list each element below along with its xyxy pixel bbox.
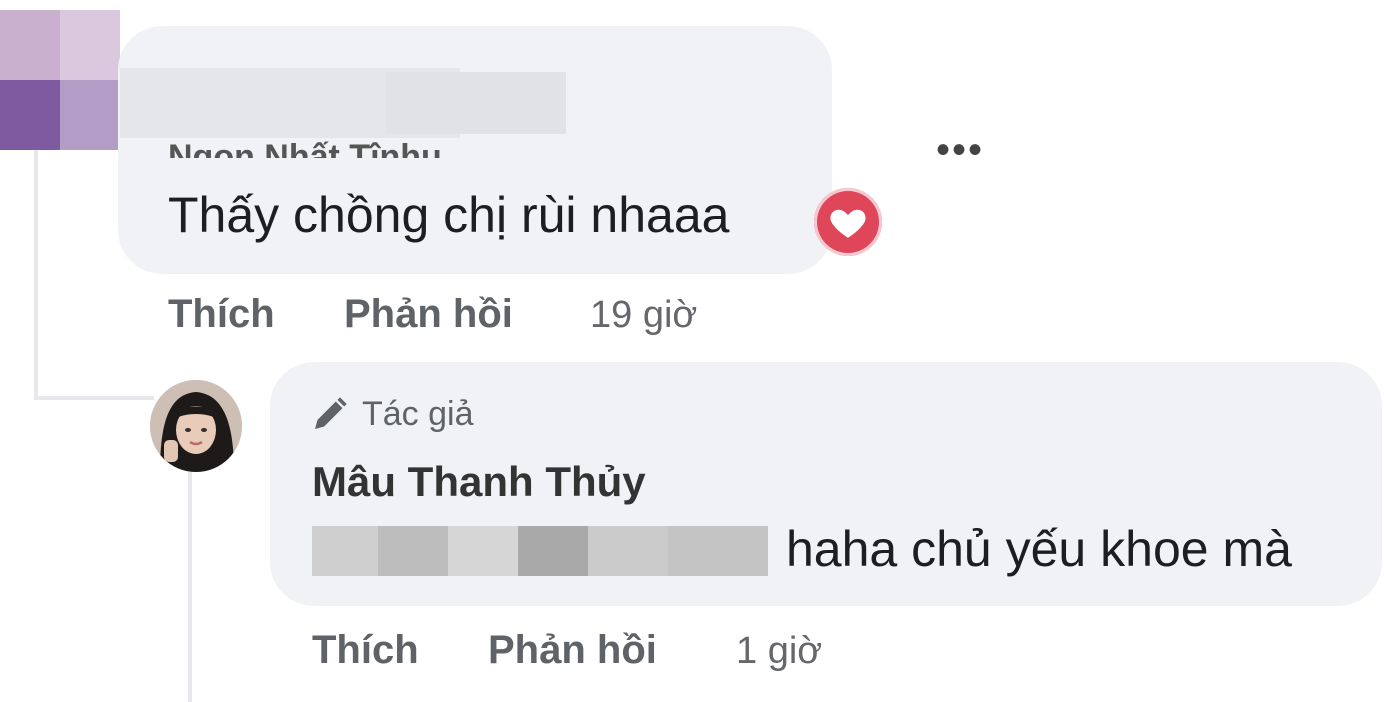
thread-line-vertical xyxy=(34,150,38,400)
avatar-censored xyxy=(0,10,120,150)
censored-text-blur xyxy=(312,526,768,576)
reply-reply-button[interactable]: Phản hồi xyxy=(488,628,657,673)
pencil-icon xyxy=(315,397,347,429)
thread-line-reply xyxy=(188,472,192,702)
author-badge-label: Tác giả xyxy=(362,394,474,433)
reply-button[interactable]: Phản hồi xyxy=(344,292,513,337)
reply-like-button[interactable]: Thích xyxy=(312,628,419,673)
comment-author[interactable]: Ngọn Nhất Tînhu xyxy=(168,128,442,158)
more-options-icon[interactable]: ••• xyxy=(936,128,984,173)
author-badge: Tác giả xyxy=(308,394,474,434)
reply-author[interactable]: Mâu Thanh Thủy xyxy=(312,458,646,506)
thread-line-curve xyxy=(34,396,154,400)
heart-glyph xyxy=(830,209,866,238)
avatar[interactable] xyxy=(150,380,242,472)
reply-timestamp[interactable]: 1 giờ xyxy=(736,630,822,673)
censored-name-blur-2 xyxy=(386,72,566,134)
like-button[interactable]: Thích xyxy=(168,292,275,337)
comment-timestamp[interactable]: 19 giờ xyxy=(590,294,697,337)
heart-icon[interactable] xyxy=(814,188,882,256)
comment-text: Thấy chồng chị rùi nhaaa xyxy=(168,187,730,243)
avatar-photo xyxy=(150,380,242,472)
reply-text: haha chủ yếu khoe mà xyxy=(786,521,1292,577)
